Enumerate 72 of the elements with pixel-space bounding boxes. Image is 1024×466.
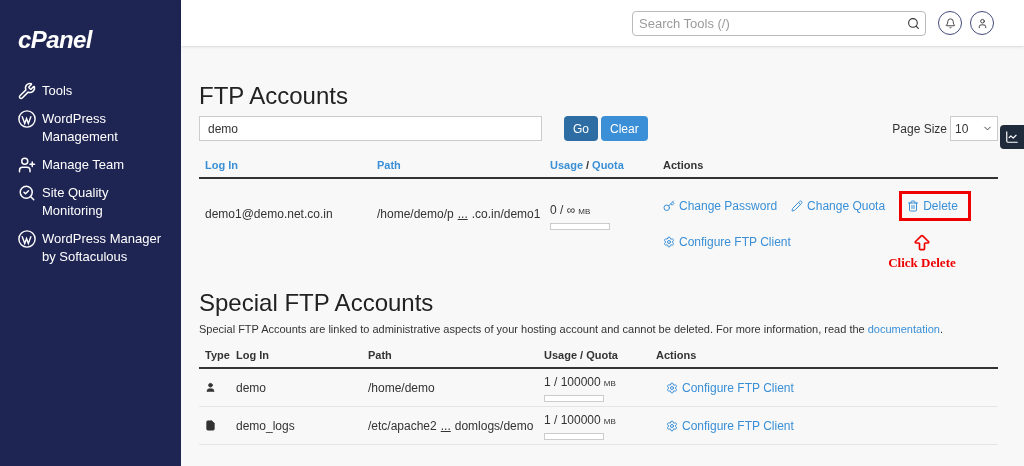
filter-button[interactable]: Clear: [601, 116, 648, 141]
column-header: Actions: [656, 347, 697, 363]
path-text: /home/demo: [368, 379, 435, 397]
path-text: .co.in/demo1: [471, 206, 541, 223]
user-icon: [976, 17, 988, 29]
search-field[interactable]: Search Tools (/): [632, 10, 926, 36]
wordpress-icon: [18, 230, 36, 248]
tools-icon: [18, 82, 36, 100]
column-separator: /: [586, 157, 590, 173]
sidebar-item[interactable]: WordPress Management: [18, 110, 163, 146]
search-check-icon: [18, 184, 36, 202]
trash-icon: [907, 200, 920, 212]
action-link[interactable]: Change Quota: [791, 191, 886, 221]
action-link[interactable]: Change Password: [663, 191, 778, 221]
user-plus-icon: [18, 156, 36, 174]
sidebar-item[interactable]: WordPress Manager by Softaculous: [18, 230, 163, 266]
column-header[interactable]: Quota: [592, 156, 624, 174]
pencil-icon: [791, 200, 804, 212]
login-text: demo1@demo.net.co.in: [204, 206, 334, 223]
action-link[interactable]: Delete: [899, 191, 972, 221]
page-size-select[interactable]: 10: [950, 116, 998, 141]
documentation-link[interactable]: documentation: [867, 322, 940, 335]
sidebar-item[interactable]: Tools: [18, 82, 163, 100]
page-title: FTP Accounts: [199, 82, 349, 110]
sidebar-item[interactable]: Manage Team: [18, 156, 163, 174]
sidebar-item[interactable]: Site Quality Monitoring: [18, 184, 163, 220]
usage-text: 1 / 100000: [544, 412, 601, 429]
settings-icon: [663, 236, 675, 248]
section-description: Special FTP Accounts are linked to administrative aspects of your hosting account and cannot be deleted. For more information, read the documentation.: [199, 321, 944, 337]
column-header[interactable]: Path: [377, 156, 550, 174]
path-ellipsis[interactable]: ...: [440, 416, 451, 435]
key-icon: [663, 200, 675, 212]
column-header: Type: [204, 347, 231, 363]
path-text: domlogs/demo: [454, 417, 534, 435]
column-header: Log In: [236, 347, 270, 363]
page-size-label: Page Size: [892, 120, 947, 138]
logo[interactable]: cPanel: [18, 22, 163, 58]
action-link[interactable]: Configure FTP Client: [663, 227, 791, 257]
section-title: Special FTP Accounts: [199, 288, 435, 317]
column-header: Usage / Quota: [544, 347, 619, 363]
path-text: /home/demo/p: [377, 206, 454, 223]
column-header[interactable]: Log In: [199, 156, 377, 174]
unit-text: MB: [603, 416, 616, 428]
login-text: demo: [236, 379, 268, 397]
login-text: demo_logs: [236, 417, 296, 435]
column-header: Path: [368, 347, 393, 363]
search-icon: [907, 16, 920, 30]
usage-text: 1 / 100000: [544, 374, 601, 391]
action-link[interactable]: Configure FTP Client: [666, 378, 794, 397]
path-text: /etc/apache2: [368, 417, 437, 435]
settings-icon: [666, 381, 678, 394]
column-header: Actions: [663, 157, 704, 173]
bell-icon: [944, 17, 956, 29]
wordpress-icon: [18, 110, 36, 128]
filter-button[interactable]: Go: [564, 116, 598, 141]
usage-text: 0 / ∞: [550, 202, 576, 219]
action-link[interactable]: Configure FTP Client: [666, 416, 794, 435]
file-icon: [205, 420, 216, 431]
settings-icon: [666, 419, 678, 432]
annotation-text: Click Delete: [888, 254, 956, 272]
usage-bar: [550, 223, 610, 230]
filter-field[interactable]: demo: [199, 116, 542, 141]
unit-text: MB: [578, 206, 591, 218]
usage-bar: [544, 395, 604, 402]
arrow-up-icon: [912, 233, 932, 253]
stats-button[interactable]: [1000, 125, 1024, 149]
chart-icon: [1005, 130, 1019, 144]
unit-text: MB: [603, 378, 616, 390]
path-ellipsis[interactable]: ...: [457, 205, 468, 223]
user-icon: [205, 382, 216, 393]
column-header[interactable]: Usage: [550, 156, 584, 174]
usage-bar: [544, 433, 604, 440]
